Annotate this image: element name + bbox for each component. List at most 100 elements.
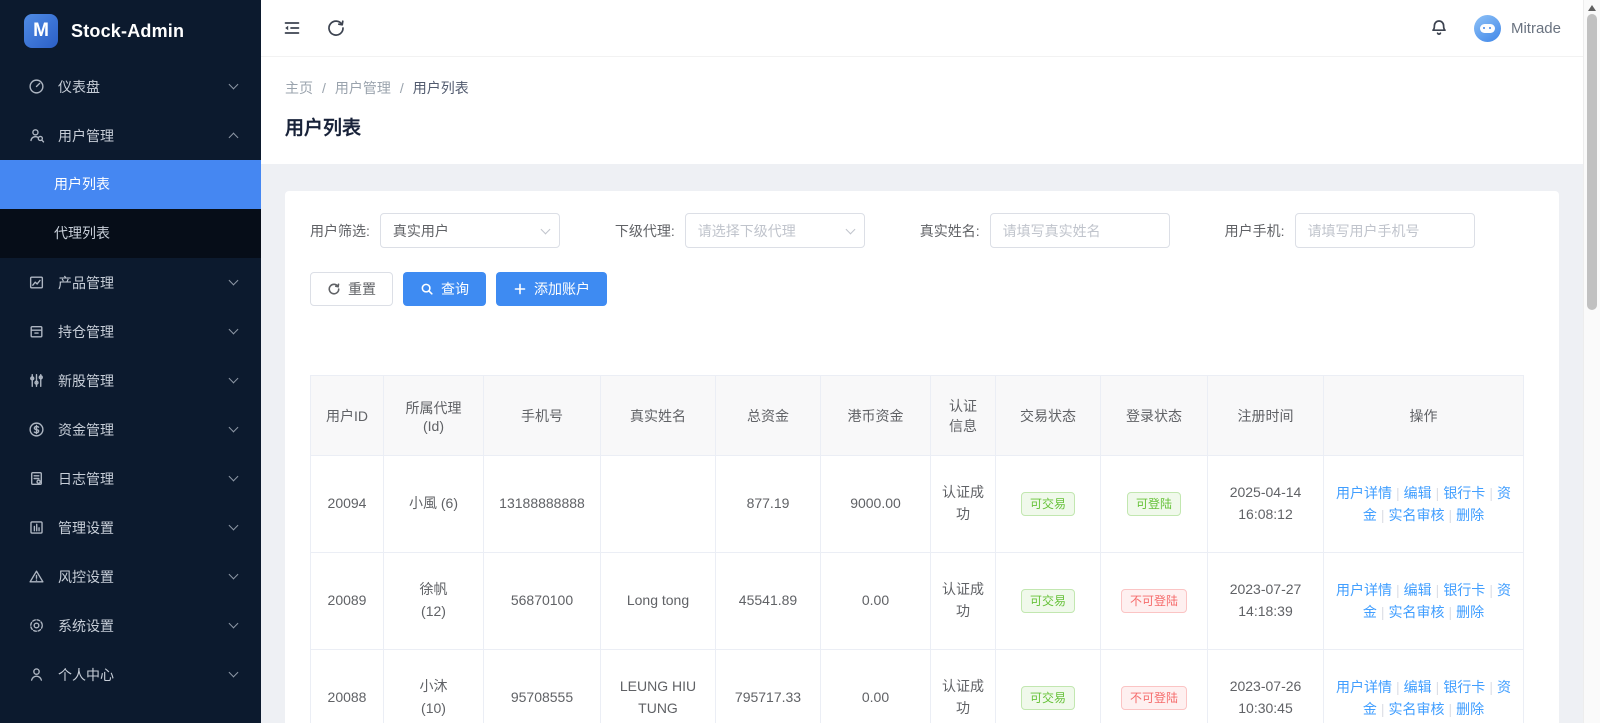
cell-trade-status: 可交易 bbox=[996, 456, 1101, 553]
cell-total-funds: 795717.33 bbox=[716, 650, 821, 723]
delete-link[interactable]: 删除 bbox=[1456, 701, 1484, 717]
trade-status-badge: 可交易 bbox=[1021, 686, 1075, 710]
page-title: 用户列表 bbox=[285, 113, 1559, 140]
cell-hkd-funds: 0.00 bbox=[821, 553, 931, 650]
cell-user-id: 20088 bbox=[311, 650, 384, 723]
chevron-down-icon bbox=[540, 224, 550, 234]
add-account-button[interactable]: 添加账户 bbox=[496, 272, 607, 306]
bank-card-link[interactable]: 银行卡 bbox=[1443, 485, 1485, 501]
chevron-down-icon bbox=[845, 224, 855, 234]
chevron-down-icon bbox=[229, 570, 239, 580]
sidebar: M Stock-Admin 仪表盘 用户管理 用户列表 代理列表 产品管理 持仓… bbox=[0, 0, 261, 723]
sidebar-item-risk-settings[interactable]: 风控设置 bbox=[0, 552, 261, 601]
sidebar-item-position-manage[interactable]: 持仓管理 bbox=[0, 307, 261, 356]
search-icon bbox=[420, 282, 434, 296]
col-user-id: 用户ID bbox=[311, 376, 384, 456]
bank-card-link[interactable]: 银行卡 bbox=[1443, 582, 1485, 598]
cell-auth-status: 认证成功 bbox=[931, 553, 996, 650]
chart-box-icon bbox=[28, 274, 45, 291]
scroll-up-arrow-icon[interactable] bbox=[1588, 5, 1596, 11]
dashboard-icon bbox=[28, 78, 45, 95]
user-detail-link[interactable]: 用户详情 bbox=[1336, 485, 1392, 501]
sidebar-item-funds-manage[interactable]: 资金管理 bbox=[0, 405, 261, 454]
avatar[interactable] bbox=[1474, 15, 1501, 42]
scrollbar-thumb[interactable] bbox=[1587, 14, 1597, 310]
filter-row: 用户筛选: 真实用户 下级代理: 请选择下级代理 真实姓名: bbox=[310, 213, 1534, 248]
dollar-circle-icon bbox=[28, 421, 45, 438]
bell-icon[interactable] bbox=[1428, 17, 1450, 39]
sidebar-item-product-manage[interactable]: 产品管理 bbox=[0, 258, 261, 307]
breadcrumb-home[interactable]: 主页 bbox=[285, 78, 313, 98]
user-table: 用户ID 所属代理(Id) 手机号 真实姓名 总资金 港币资金 认证信息 交易状… bbox=[310, 375, 1524, 723]
delete-link[interactable]: 删除 bbox=[1456, 604, 1484, 620]
query-button[interactable]: 查询 bbox=[403, 272, 486, 306]
cell-actions: 用户详情|编辑|银行卡|资金|实名审核|删除 bbox=[1324, 650, 1524, 723]
reset-icon bbox=[327, 282, 341, 296]
cell-hkd-funds: 9000.00 bbox=[821, 456, 931, 553]
col-hkd-funds: 港币资金 bbox=[821, 376, 931, 456]
user-key-icon bbox=[28, 127, 45, 144]
user-manage-submenu: 用户列表 代理列表 bbox=[0, 160, 261, 258]
user-filter-select[interactable]: 真实用户 bbox=[380, 213, 560, 248]
app-title: Stock-Admin bbox=[71, 21, 184, 42]
col-phone: 手机号 bbox=[484, 376, 601, 456]
chevron-down-icon bbox=[229, 472, 239, 482]
trade-status-badge: 可交易 bbox=[1021, 589, 1075, 613]
login-status-badge: 不可登陆 bbox=[1121, 686, 1187, 710]
cell-total-funds: 877.19 bbox=[716, 456, 821, 553]
edit-link[interactable]: 编辑 bbox=[1404, 485, 1432, 501]
sidebar-item-system-settings[interactable]: 系统设置 bbox=[0, 601, 261, 650]
real-name-label: 真实姓名: bbox=[920, 221, 980, 241]
sliders-icon bbox=[28, 372, 45, 389]
breadcrumb-current: 用户列表 bbox=[413, 78, 469, 98]
edit-link[interactable]: 编辑 bbox=[1404, 679, 1432, 695]
user-phone-input[interactable] bbox=[1295, 213, 1475, 248]
kyc-review-link[interactable]: 实名审核 bbox=[1389, 604, 1445, 620]
table-row: 20089 徐帆(12) 56870100 Long tong 45541.89… bbox=[311, 553, 1524, 650]
sidebar-item-logs-manage[interactable]: 日志管理 bbox=[0, 454, 261, 503]
cell-reg-time: 2023-07-2610:30:45 bbox=[1208, 650, 1324, 723]
chevron-down-icon bbox=[229, 276, 239, 286]
cell-actions: 用户详情|编辑|银行卡|资金|实名审核|删除 bbox=[1324, 553, 1524, 650]
gear-icon bbox=[28, 617, 45, 634]
kyc-review-link[interactable]: 实名审核 bbox=[1389, 701, 1445, 717]
username[interactable]: Mitrade bbox=[1511, 20, 1561, 37]
cell-reg-time: 2025-04-1416:08:12 bbox=[1208, 456, 1324, 553]
vertical-scrollbar[interactable] bbox=[1583, 0, 1600, 723]
col-trade-status: 交易状态 bbox=[996, 376, 1101, 456]
kyc-review-link[interactable]: 实名审核 bbox=[1389, 507, 1445, 523]
refresh-icon[interactable] bbox=[325, 17, 347, 39]
table-row: 20088 小沐(10) 95708555 LEUNG HIU TUNG 795… bbox=[311, 650, 1524, 723]
user-detail-link[interactable]: 用户详情 bbox=[1336, 582, 1392, 598]
real-name-input[interactable] bbox=[990, 213, 1170, 248]
cell-reg-time: 2023-07-2714:18:39 bbox=[1208, 553, 1324, 650]
cell-user-id: 20094 bbox=[311, 456, 384, 553]
delete-link[interactable]: 删除 bbox=[1456, 507, 1484, 523]
cell-login-status: 不可登陆 bbox=[1101, 650, 1208, 723]
sidebar-item-profile[interactable]: 个人中心 bbox=[0, 650, 261, 699]
collapse-sidebar-icon[interactable] bbox=[281, 17, 303, 39]
sidebar-item-user-list[interactable]: 用户列表 bbox=[0, 160, 261, 209]
document-icon bbox=[28, 470, 45, 487]
sidebar-item-ipo-manage[interactable]: 新股管理 bbox=[0, 356, 261, 405]
bank-card-link[interactable]: 银行卡 bbox=[1443, 679, 1485, 695]
chevron-down-icon bbox=[229, 521, 239, 531]
grid-chart-icon bbox=[28, 519, 45, 536]
col-real-name: 真实姓名 bbox=[601, 376, 716, 456]
sidebar-item-agent-list[interactable]: 代理列表 bbox=[0, 209, 261, 258]
reset-button[interactable]: 重置 bbox=[310, 272, 393, 306]
sidebar-item-dashboard[interactable]: 仪表盘 bbox=[0, 62, 261, 111]
sidebar-item-admin-settings[interactable]: 管理设置 bbox=[0, 503, 261, 552]
cell-real-name bbox=[601, 456, 716, 553]
cell-login-status: 可登陆 bbox=[1101, 456, 1208, 553]
app-logo: M Stock-Admin bbox=[0, 0, 261, 62]
sub-agent-select[interactable]: 请选择下级代理 bbox=[685, 213, 865, 248]
breadcrumb-user-manage[interactable]: 用户管理 bbox=[335, 78, 391, 98]
user-detail-link[interactable]: 用户详情 bbox=[1336, 679, 1392, 695]
edit-link[interactable]: 编辑 bbox=[1404, 582, 1432, 598]
chevron-down-icon bbox=[229, 423, 239, 433]
cell-real-name: Long tong bbox=[601, 553, 716, 650]
sidebar-item-user-manage[interactable]: 用户管理 bbox=[0, 111, 261, 160]
login-status-badge: 可登陆 bbox=[1127, 492, 1181, 516]
col-login-status: 登录状态 bbox=[1101, 376, 1208, 456]
